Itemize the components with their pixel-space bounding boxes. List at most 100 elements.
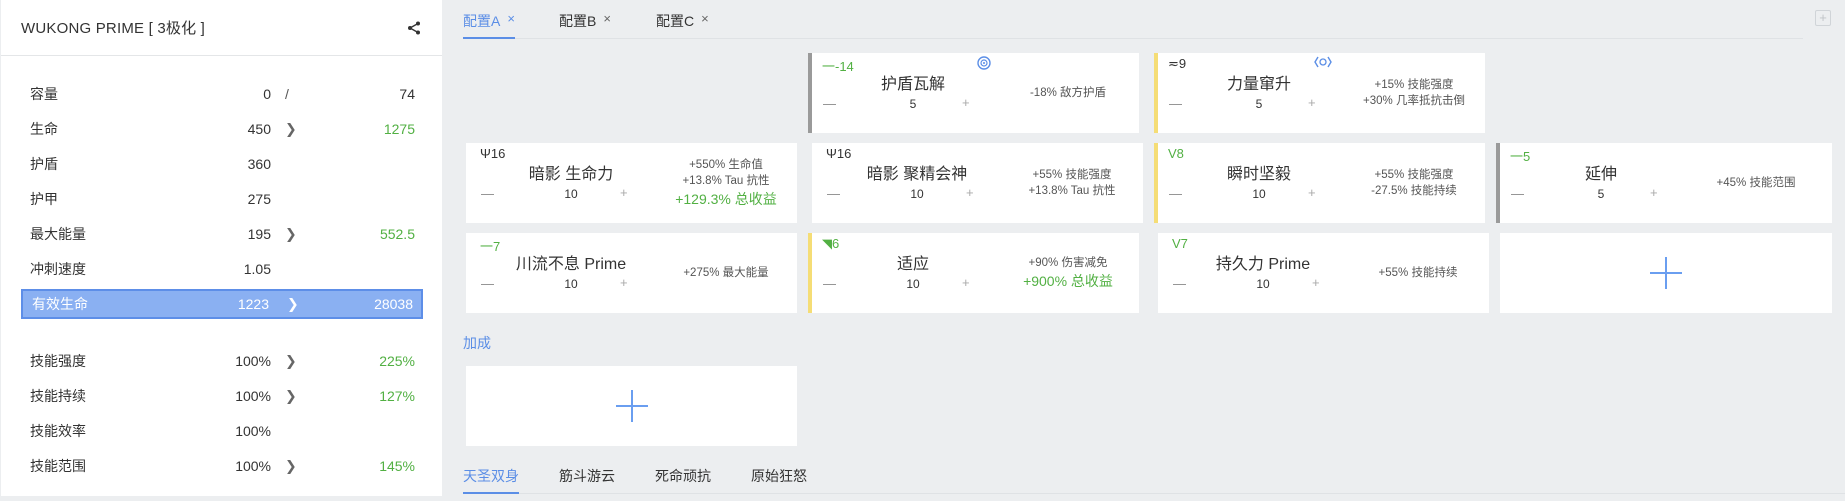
stat-base: 450 — [247, 120, 271, 137]
tab-config-a[interactable]: 配置A × — [463, 10, 515, 39]
mod-slot-1[interactable]: Ψ16 暗影 生命力 — 10 + +550% 生命值 +13.8% Tau 抗… — [466, 143, 797, 223]
mod-effects: +15% 技能强度 +30% 几率抵抗击倒 — [1344, 53, 1484, 133]
rank-increase-button[interactable]: + — [620, 275, 628, 290]
chevron-right-icon: ❯ — [285, 225, 297, 241]
mod-rank: 10 — [564, 277, 578, 291]
rank-increase-button[interactable]: + — [620, 185, 628, 200]
mod-rank: 10 — [906, 277, 920, 291]
mod-effects: +45% 技能范围 — [1686, 143, 1826, 223]
tab-ability-4[interactable]: 原始狂怒 — [751, 465, 807, 494]
mod-slot-3[interactable]: V8 瞬时坚毅 — 10 + +55% 技能强度 -27.5% 技能持续 — [1154, 143, 1485, 223]
polarity-label: Ψ16 — [480, 146, 506, 161]
tab-ability-2[interactable]: 筋斗游云 — [559, 465, 615, 494]
rank-increase-button[interactable]: + — [1312, 275, 1320, 290]
stat-row-health: 生命 450 ❯ 1275 — [21, 111, 423, 146]
mod-slot-exilus[interactable]: ≂9 力量窜升 — 5 + +15% 技能强度 +30% 几率抵抗击倒 — [1154, 53, 1485, 133]
mod-slot-aura[interactable]: 一-14 护盾瓦解 — 5 + -18% 敌方护盾 — [808, 53, 1139, 133]
stat-base: 0 — [263, 85, 271, 102]
stat-row-capacity: 容量 0 / 74 — [21, 76, 423, 111]
close-icon[interactable]: × — [507, 11, 515, 26]
mod-name: 护盾瓦解 — [880, 76, 945, 93]
stat-modded: 145% — [379, 457, 415, 474]
stat-modded: 225% — [379, 352, 415, 369]
stat-label: 护盾 — [30, 155, 58, 172]
stat-label: 容量 — [30, 85, 58, 102]
mod-effects: -18% 敌方护盾 — [998, 53, 1138, 133]
mod-slot-5[interactable]: 一7 川流不息 Prime — 10 + +275% 最大能量 — [466, 233, 797, 313]
polarity-label: V7 — [1172, 236, 1188, 251]
stat-row-ehp[interactable]: 有效生命 1223 ❯ 28038 — [21, 289, 423, 319]
warframe-title: WUKONG PRIME [ 3极化 ] — [21, 20, 206, 37]
close-icon[interactable]: × — [701, 11, 709, 26]
mod-rank: 5 — [1597, 187, 1605, 201]
mod-effects: +55% 技能强度 -27.5% 技能持续 — [1344, 143, 1484, 223]
stat-base: 100% — [235, 422, 271, 439]
mod-rank: 10 — [910, 187, 924, 201]
chevron-right-icon: ❯ — [285, 387, 297, 403]
mod-name: 瞬时坚毅 — [1226, 166, 1291, 183]
rank-increase-button[interactable]: + — [962, 95, 970, 110]
mod-effect: +550% 生命值 — [689, 159, 763, 171]
mod-effect: +90% 伤害减免 — [1028, 257, 1108, 269]
stat-row-shield: 护盾 360 — [21, 146, 423, 181]
tab-ability-1[interactable]: 天圣双身 — [463, 465, 519, 494]
mod-effect: +45% 技能范围 — [1716, 177, 1796, 189]
mod-rank: 10 — [564, 187, 578, 201]
plus-icon[interactable] — [614, 388, 650, 424]
tab-config-b[interactable]: 配置B × — [559, 10, 611, 39]
mod-effect: -18% 敌方护盾 — [1029, 87, 1107, 99]
rank-increase-button[interactable]: + — [962, 275, 970, 290]
tab-label: 配置C — [656, 13, 695, 29]
mod-slot-6[interactable]: ◥6 适应 — 10 + +90% 伤害减免 +900% 总收益 — [808, 233, 1139, 313]
mod-name: 适应 — [896, 256, 929, 273]
mod-total-gain: +129.3% 总收益 — [675, 191, 777, 207]
tab-ability-3[interactable]: 死命顽抗 — [655, 465, 711, 494]
stat-label: 最大能量 — [30, 225, 86, 242]
stat-row-range: 技能范围 100% ❯ 145% — [21, 448, 423, 483]
mod-slot-8-empty[interactable] — [1500, 233, 1832, 313]
mod-slot-4[interactable]: 一5 延伸 — 5 + +45% 技能范围 — [1496, 143, 1832, 223]
stat-base: 1223 — [237, 296, 269, 312]
plus-icon[interactable] — [1648, 255, 1684, 291]
stat-separator: / — [285, 85, 289, 102]
mod-effects: +55% 技能强度 +13.8% Tau 抗性 — [1002, 143, 1142, 223]
rank-increase-button[interactable]: + — [1308, 185, 1316, 200]
tab-config-c[interactable]: 配置C × — [656, 10, 709, 39]
stats-panel: WUKONG PRIME [ 3极化 ] 容量 0 / 74 生命 450 ❯ … — [1, 0, 442, 496]
panel-header: WUKONG PRIME [ 3极化 ] — [1, 0, 442, 56]
stat-row-energy: 最大能量 195 ❯ 552.5 — [21, 216, 423, 251]
stat-modded: 28038 — [374, 296, 413, 312]
stat-base: 100% — [235, 387, 271, 404]
add-config-button[interactable]: + — [1815, 10, 1831, 26]
mod-effects: +55% 技能持续 — [1348, 233, 1488, 313]
rank-increase-button[interactable]: + — [1650, 185, 1658, 200]
rank-increase-button[interactable]: + — [1308, 95, 1316, 110]
stats-list: 容量 0 / 74 生命 450 ❯ 1275 护盾 360 护甲 275 最大… — [21, 76, 423, 483]
bonus-slot-empty[interactable] — [466, 366, 797, 446]
stat-label: 冲刺速度 — [30, 260, 86, 277]
stat-label: 生命 — [30, 120, 58, 137]
mod-slot-2[interactable]: Ψ16 暗影 聚精会神 — 10 + +55% 技能强度 +13.8% Tau … — [812, 143, 1143, 223]
stat-base: 275 — [247, 190, 271, 207]
mod-name: 川流不息 Prime — [515, 256, 627, 273]
mod-rank: 5 — [909, 97, 917, 111]
close-icon[interactable]: × — [603, 11, 611, 26]
stat-base: 1.05 — [243, 260, 271, 277]
chevron-right-icon: ❯ — [285, 457, 297, 473]
stat-base: 100% — [235, 352, 271, 369]
mod-name: 延伸 — [1584, 166, 1617, 183]
mod-slot-7[interactable]: V7 持久力 Prime — 10 + +55% 技能持续 — [1158, 233, 1489, 313]
stat-label: 护甲 — [30, 190, 58, 207]
stat-row-armor: 护甲 275 — [21, 181, 423, 216]
chevron-right-icon: ❯ — [285, 120, 297, 136]
mod-name: 暗影 聚精会神 — [866, 166, 968, 183]
mod-rank: 10 — [1252, 187, 1266, 201]
tab-label: 配置B — [559, 13, 597, 29]
share-icon[interactable] — [406, 20, 422, 36]
polarity-label: Ψ16 — [826, 146, 852, 161]
mod-effect: +275% 最大能量 — [683, 267, 769, 279]
mod-name: 持久力 Prime — [1215, 256, 1311, 273]
exilus-icon — [1314, 56, 1332, 68]
rank-increase-button[interactable]: + — [966, 185, 974, 200]
mod-effects: +90% 伤害减免 +900% 总收益 — [998, 233, 1138, 313]
